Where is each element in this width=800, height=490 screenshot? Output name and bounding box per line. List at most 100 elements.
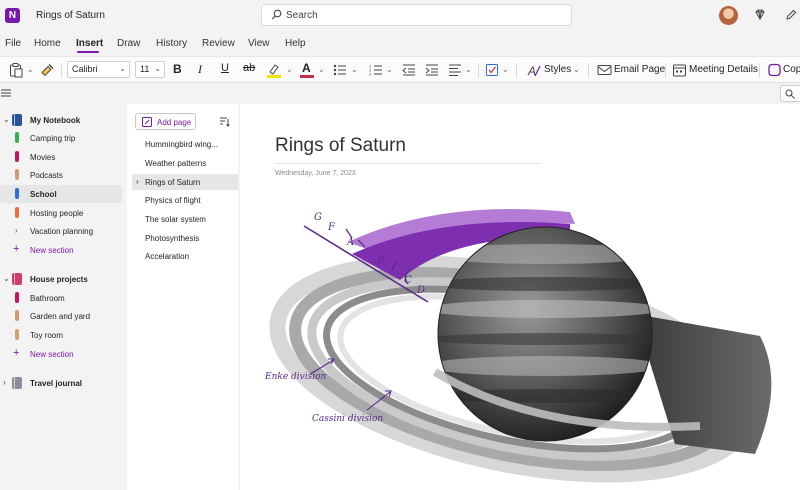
numbering-icon[interactable]: 123 <box>369 62 383 78</box>
search-input[interactable]: Search <box>261 4 572 26</box>
section-label: Garden and yard <box>30 312 91 321</box>
page-item-physics-of-flight[interactable]: Physics of flight <box>132 192 238 208</box>
italic-button[interactable]: I <box>198 62 202 77</box>
section-label: Hosting people <box>30 209 84 218</box>
tab-insert[interactable]: Insert <box>76 38 103 49</box>
section-toy-room[interactable]: Toy room <box>0 326 122 344</box>
diamond-icon[interactable] <box>753 8 767 22</box>
meeting-calendar-icon[interactable] <box>672 62 687 78</box>
section-label: Vacation planning <box>30 227 94 236</box>
chevron-right-icon: › <box>136 177 139 186</box>
plus-icon: + <box>13 347 20 359</box>
svg-text:A: A <box>527 64 536 78</box>
search-icon <box>271 9 282 20</box>
tab-home[interactable]: Home <box>34 38 61 49</box>
page-item-hummingbird[interactable]: Hummingbird wing... <box>132 136 238 152</box>
hamburger-menu-icon[interactable] <box>1 88 11 98</box>
section-color-tab <box>15 132 19 143</box>
section-hosting-people[interactable]: Hosting people <box>0 204 122 222</box>
page-item-rings-of-saturn[interactable]: › Rings of Saturn <box>132 174 238 190</box>
strikethrough-button[interactable]: ab <box>243 62 255 74</box>
avatar[interactable] <box>719 6 738 25</box>
align-icon[interactable] <box>448 62 462 78</box>
numbering-dropdown-icon[interactable]: ⌄ <box>386 65 393 74</box>
notebook-label: My Notebook <box>30 116 81 125</box>
todo-tag-icon[interactable] <box>485 62 499 78</box>
saturn-illustration[interactable]: G F A B C D Enke division Cassini divisi… <box>240 104 800 490</box>
ribbon-divider <box>588 63 589 78</box>
section-bathroom[interactable]: Bathroom <box>0 289 122 307</box>
search-placeholder: Search <box>286 10 318 21</box>
decrease-indent-icon[interactable] <box>402 62 416 78</box>
notebook-house-projects[interactable]: ⌄ House projects <box>0 270 122 288</box>
pen-icon[interactable] <box>784 8 798 22</box>
new-section-button[interactable]: + New section <box>0 345 122 363</box>
sort-icon[interactable] <box>219 116 230 127</box>
ribbon-divider <box>61 63 62 78</box>
notebook-pane: ⌄ My Notebook Camping trip Movies Podcas… <box>0 104 125 490</box>
add-page-button[interactable]: Add page <box>135 113 196 130</box>
increase-indent-icon[interactable] <box>425 62 439 78</box>
notebook-icon <box>12 377 22 389</box>
section-garden-and-yard[interactable]: Garden and yard <box>0 307 122 325</box>
section-color-tab <box>15 169 19 180</box>
page-item-photosynthesis[interactable]: Photosynthesis <box>132 230 238 246</box>
bullets-dropdown-icon[interactable]: ⌄ <box>351 65 358 74</box>
font-name-select[interactable]: Calibri ⌄ <box>67 61 130 78</box>
section-label: School <box>30 190 57 199</box>
tab-view[interactable]: View <box>248 38 270 49</box>
tab-draw[interactable]: Draw <box>117 38 140 49</box>
ribbon-divider <box>665 63 666 78</box>
email-page-button[interactable]: Email Page <box>614 64 665 75</box>
ring-letter-c: C <box>404 275 412 286</box>
section-group-vacation-planning[interactable]: › Vacation planning <box>0 222 122 240</box>
font-color-swatch <box>300 75 314 78</box>
highlight-dropdown-icon[interactable]: ⌄ <box>286 65 293 74</box>
document-title: Rings of Saturn <box>36 10 105 21</box>
tag-dropdown-icon[interactable]: ⌄ <box>502 65 509 74</box>
tab-history[interactable]: History <box>156 38 187 49</box>
align-dropdown-icon[interactable]: ⌄ <box>465 65 472 74</box>
styles-button[interactable]: Styles <box>544 64 571 75</box>
page-search-button[interactable] <box>780 85 800 102</box>
section-podcasts[interactable]: Podcasts <box>0 166 122 184</box>
email-icon[interactable] <box>597 62 612 78</box>
font-size-value: 11 <box>140 64 150 74</box>
chevron-right-icon: › <box>15 226 18 235</box>
copilot-icon[interactable] <box>767 62 782 78</box>
page-item-weather-patterns[interactable]: Weather patterns <box>132 155 238 171</box>
tab-help[interactable]: Help <box>285 38 306 49</box>
notebook-my-notebook[interactable]: ⌄ My Notebook <box>0 111 122 129</box>
bullets-icon[interactable] <box>333 62 347 78</box>
font-size-select[interactable]: 11 ⌄ <box>135 61 165 78</box>
notebook-travel-journal[interactable]: › Travel journal <box>0 374 122 392</box>
section-label: Bathroom <box>30 294 65 303</box>
chevron-down-icon: ⌄ <box>154 64 161 73</box>
highlighter-icon[interactable] <box>266 62 282 78</box>
page-item-accelaration[interactable]: Accelaration <box>132 248 238 264</box>
new-section-button[interactable]: + New section <box>0 241 122 259</box>
ribbon: ⌄ Calibri ⌄ 11 ⌄ B I U ab ⌄ A ⌄ ⌄ 123 ⌄ <box>0 56 800 83</box>
paste-dropdown-icon[interactable]: ⌄ <box>27 65 34 74</box>
section-camping-trip[interactable]: Camping trip <box>0 129 122 147</box>
page-item-solar-system[interactable]: The solar system <box>132 211 238 227</box>
menu-bar: File Home Insert Draw History Review Vie… <box>0 32 800 54</box>
underline-button[interactable]: U <box>221 62 229 74</box>
tab-review[interactable]: Review <box>202 38 235 49</box>
format-painter-icon[interactable] <box>40 62 55 78</box>
copilot-button[interactable]: Cop <box>783 64 800 75</box>
font-color-button[interactable]: A <box>300 60 314 80</box>
ring-letter-f: F <box>327 222 336 233</box>
section-color-tab <box>15 310 19 321</box>
meeting-details-button[interactable]: Meeting Details <box>689 64 758 75</box>
styles-dropdown-icon[interactable]: ⌄ <box>573 65 580 74</box>
section-school[interactable]: School <box>0 185 122 203</box>
styles-icon[interactable]: A <box>527 62 541 78</box>
tab-file[interactable]: File <box>5 38 21 49</box>
font-color-dropdown-icon[interactable]: ⌄ <box>318 65 325 74</box>
page-label: The solar system <box>145 215 206 224</box>
page-canvas[interactable]: Rings of Saturn Wednesday, June 7, 2023 <box>240 104 800 490</box>
paste-icon[interactable] <box>8 62 24 78</box>
section-movies[interactable]: Movies <box>0 148 122 166</box>
bold-button[interactable]: B <box>173 62 182 76</box>
